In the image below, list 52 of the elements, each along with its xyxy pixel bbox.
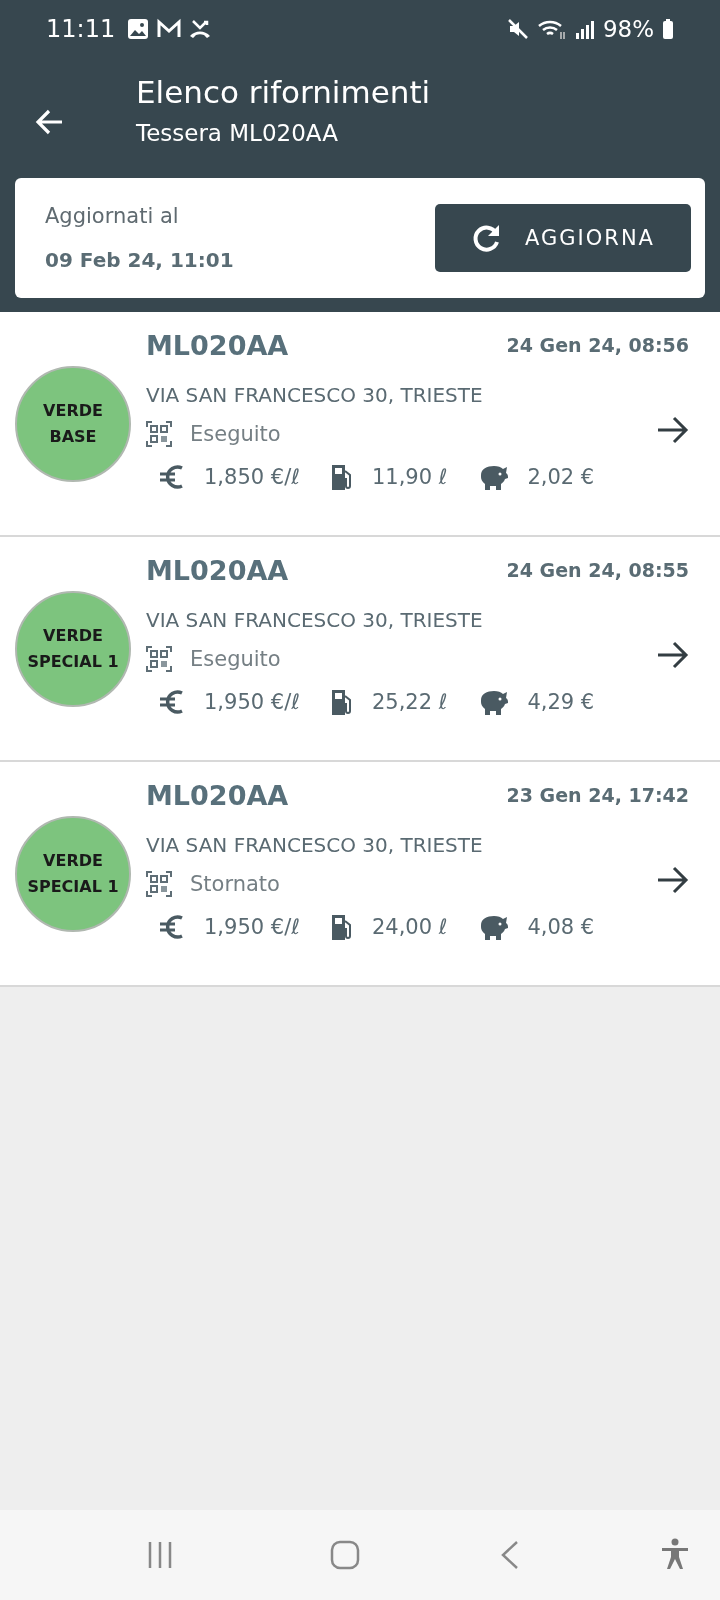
transaction-status: Eseguito (190, 647, 281, 671)
battery-percent: 98% (602, 16, 654, 42)
signal-icon (574, 18, 595, 40)
fuel-pump-icon (329, 913, 354, 941)
savings-amount: 2,02 € (527, 465, 595, 489)
refuel-date: 23 Gen 24, 17:42 (506, 784, 689, 806)
plate-number: ML020AA (146, 780, 289, 811)
liters-amount: 25,22 ℓ (371, 690, 448, 714)
price-per-liter: 1,850 €/ℓ (204, 465, 300, 489)
fuel-pump-icon (329, 463, 354, 491)
fuel-badge: VERDE SPECIAL 1 (15, 590, 131, 707)
refuel-date: 24 Gen 24, 08:55 (506, 559, 689, 581)
wifi-icon (536, 18, 567, 40)
station-address: VIA SAN FRANCESCO 30, TRIESTE (146, 833, 484, 857)
updated-date: 09 Feb 24, 11:01 (45, 248, 235, 272)
euro-icon (158, 464, 186, 490)
qr-code-icon (146, 871, 172, 897)
gallery-icon (127, 18, 150, 40)
fuel-pump-icon (329, 688, 354, 716)
price-per-liter: 1,950 €/ℓ (204, 690, 300, 714)
plate-number: ML020AA (146, 330, 289, 361)
euro-icon (158, 689, 186, 715)
fuel-badge: VERDE BASE (15, 365, 131, 482)
station-address: VIA SAN FRANCESCO 30, TRIESTE (146, 608, 484, 632)
qr-code-icon (146, 421, 172, 447)
price-per-liter: 1,950 €/ℓ (204, 915, 300, 939)
updated-label: Aggiornati al (45, 204, 180, 228)
liters-amount: 24,00 ℓ (371, 915, 448, 939)
status-time: 11:11 (46, 15, 116, 43)
missed-call-icon (189, 18, 212, 40)
transaction-status: Eseguito (190, 422, 281, 446)
liters-amount: 11,90 ℓ (371, 465, 448, 489)
refuel-date: 24 Gen 24, 08:56 (506, 334, 689, 356)
transaction-status: Stornato (190, 872, 280, 896)
refueling-item[interactable]: VERDE BASE ML020AA 24 Gen 24, 08:56 VIA SAN FRANCESCO 30, TRIESTE Eseguito 1,850 €/ℓ 11,90 ℓ 2,02 € (0, 312, 720, 537)
refueling-item[interactable]: VERDE SPECIAL 1 ML020AA 23 Gen 24, 17:42 VIA SAN FRANCESCO 30, TRIESTE Stornato 1,950 €/ℓ 24,00 ℓ 4,08 € (0, 762, 720, 987)
home-button[interactable] (330, 1540, 360, 1570)
battery-icon (662, 18, 674, 40)
mute-icon (506, 18, 529, 40)
screen-subtitle: Tessera ML020AA (136, 119, 339, 148)
plate-number: ML020AA (146, 555, 289, 586)
refueling-item[interactable]: VERDE SPECIAL 1 ML020AA 24 Gen 24, 08:55 VIA SAN FRANCESCO 30, TRIESTE Eseguito 1,950 €/ℓ 25,22 ℓ 4,29 € (0, 537, 720, 762)
station-address: VIA SAN FRANCESCO 30, TRIESTE (146, 383, 484, 407)
euro-icon (158, 914, 186, 940)
savings-amount: 4,29 € (527, 690, 595, 714)
refresh-button[interactable]: AGGIORNA (435, 204, 691, 272)
screen-title: Elenco rifornimenti (136, 73, 431, 112)
mail-icon (157, 18, 182, 40)
fuel-badge: VERDE SPECIAL 1 (15, 815, 131, 932)
qr-code-icon (146, 646, 172, 672)
savings-amount: 4,08 € (527, 915, 595, 939)
accessibility-icon[interactable] (660, 1538, 690, 1572)
